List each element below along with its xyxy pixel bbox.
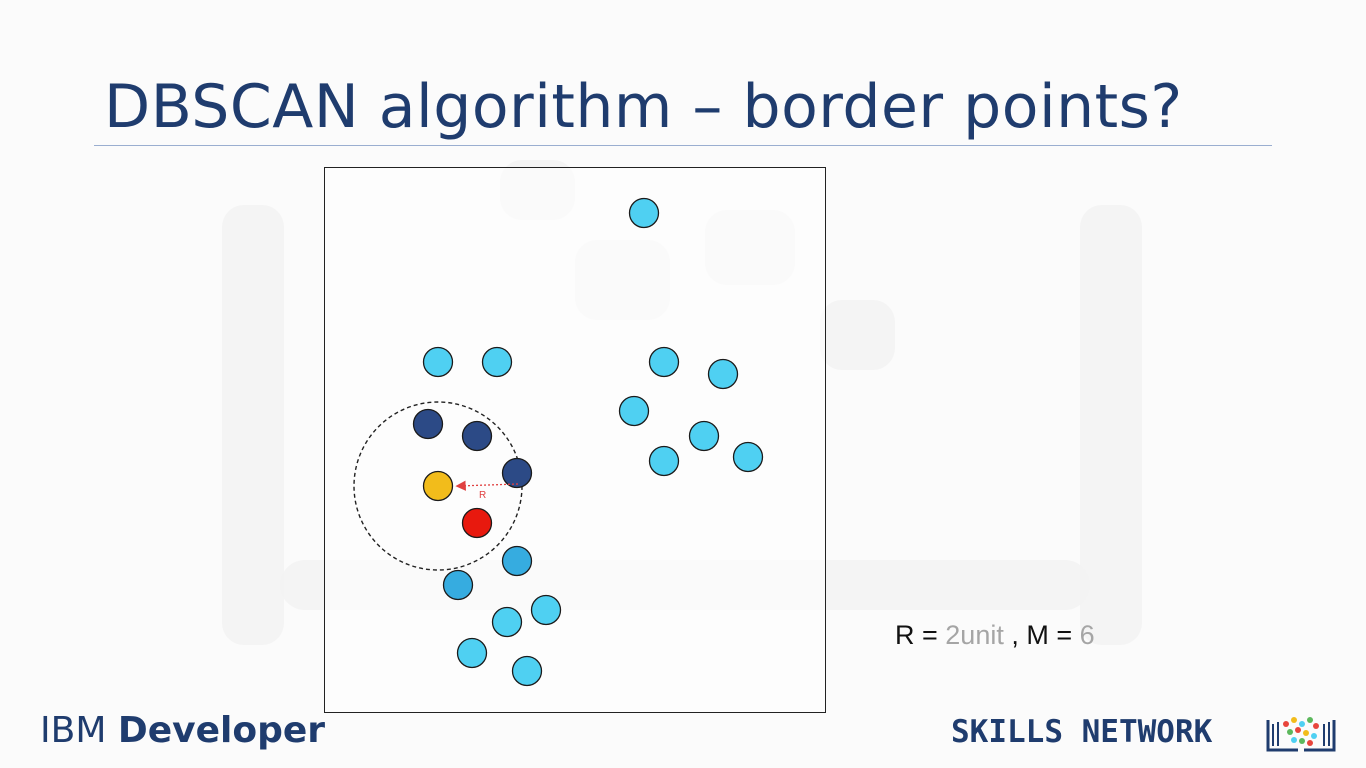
data-point-light-17: [530, 594, 562, 626]
data-point-light-18: [491, 606, 523, 638]
radius-arrow-label: R: [479, 490, 486, 501]
data-point-yellow-13: [422, 470, 454, 502]
developer-word: Developer: [117, 710, 326, 751]
parameters-label: R = 2unit , M = 6: [895, 620, 1095, 651]
data-point-light-6: [618, 395, 650, 427]
data-point-light-5: [707, 358, 739, 390]
data-point-light-7: [688, 420, 720, 452]
ibm-developer-logo: IBM Developer: [40, 710, 325, 751]
data-point-light-2: [422, 346, 454, 378]
data-point-light-19: [456, 637, 488, 669]
dbscan-scatter: R: [353, 197, 764, 687]
data-point-mid-16: [442, 569, 474, 601]
data-point-dark-11: [461, 420, 493, 452]
ibm-word: IBM: [40, 710, 107, 751]
data-point-light-20: [511, 655, 543, 687]
param-r-value: 2unit: [945, 620, 1004, 650]
data-point-light-9: [648, 445, 680, 477]
param-r-label: R =: [895, 620, 946, 650]
data-point-light-8: [732, 441, 764, 473]
skills-network-logo-icon: [1266, 717, 1336, 752]
skills-network-wordmark: SKILLS NETWORK: [951, 714, 1213, 750]
data-point-mid-15: [501, 545, 533, 577]
data-point-light-4: [648, 346, 680, 378]
data-point-light-1: [628, 197, 660, 229]
data-point-red-14: [461, 507, 493, 539]
data-point-dark-10: [412, 408, 444, 440]
slide: DBSCAN algorithm – border points? R R = …: [0, 0, 1366, 768]
param-m-value: 6: [1079, 620, 1095, 650]
data-point-dark-12: [501, 457, 533, 489]
points-layer: [412, 197, 764, 687]
data-point-light-3: [481, 346, 513, 378]
param-m-label: , M =: [1003, 620, 1080, 650]
